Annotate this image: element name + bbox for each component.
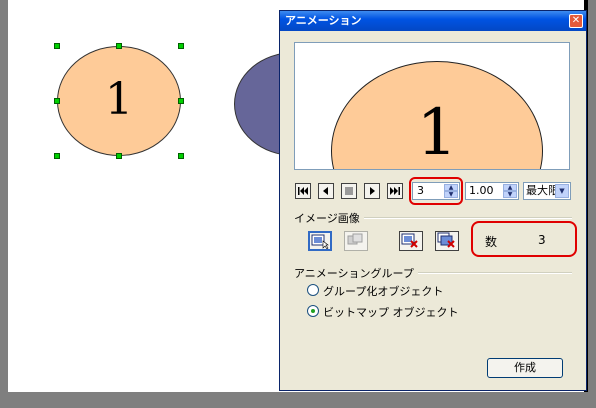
image-group-label: イメージ画像 xyxy=(294,210,364,226)
selection-handle[interactable] xyxy=(116,43,122,49)
step-back-button[interactable] xyxy=(318,183,334,199)
selection-handle[interactable] xyxy=(178,153,184,159)
add-image-button[interactable] xyxy=(308,231,332,251)
close-button[interactable]: ✕ xyxy=(569,14,583,28)
add-frame-icon xyxy=(311,234,329,250)
image-count-label: 数 xyxy=(485,235,498,249)
preview-text: 1 xyxy=(416,96,458,170)
selection-handle[interactable] xyxy=(116,153,122,159)
selection-handle[interactable] xyxy=(178,43,184,49)
create-button[interactable]: 作成 xyxy=(487,358,563,378)
copy-frame-icon xyxy=(347,233,363,245)
delete-all-frames-icon xyxy=(437,232,455,248)
play-icon xyxy=(370,187,375,195)
chevron-down-icon[interactable]: ▼ xyxy=(555,184,569,198)
skip-to-last-button[interactable] xyxy=(387,183,403,199)
radio-group-object[interactable] xyxy=(307,284,319,296)
selection-handle[interactable] xyxy=(54,98,60,104)
selection-handle[interactable] xyxy=(178,98,184,104)
image-count-value: 3 xyxy=(538,233,546,247)
radio-selected-dot xyxy=(311,309,315,313)
dialog-titlebar[interactable]: アニメーション ✕ xyxy=(280,11,586,31)
spin-up-icon[interactable]: ▲ xyxy=(503,184,517,191)
ellipse-1-text: 1 xyxy=(105,74,133,125)
animation-dialog: アニメーション ✕ 1 3 ▲ ▼ 1.00 ▲ ▼ 最大限 ▼ イメージ画像 xyxy=(279,10,587,391)
dialog-title: アニメーション xyxy=(285,14,362,27)
spin-down-icon[interactable]: ▼ xyxy=(503,191,517,198)
step-back-icon xyxy=(323,187,328,195)
speed-value: 1.00 xyxy=(469,184,494,197)
radio-bitmap-object[interactable] xyxy=(307,305,319,317)
skip-to-first-button[interactable] xyxy=(295,183,311,199)
animation-preview: 1 xyxy=(294,42,570,170)
skip-to-first-icon xyxy=(298,187,308,195)
stop-icon xyxy=(345,187,353,195)
size-select[interactable]: 最大限 ▼ xyxy=(523,182,571,200)
radio-group-object-label[interactable]: グループ化オブジェクト xyxy=(323,283,443,299)
play-button[interactable] xyxy=(364,183,380,199)
delete-frame-icon xyxy=(401,233,418,248)
copy-image-button[interactable] xyxy=(344,231,368,251)
speed-input[interactable]: 1.00 ▲ ▼ xyxy=(465,182,519,200)
delete-image-button[interactable] xyxy=(399,231,423,251)
radio-bitmap-object-label[interactable]: ビットマップ オブジェクト xyxy=(323,304,459,320)
selection-handle[interactable] xyxy=(54,153,60,159)
stop-button[interactable] xyxy=(341,183,357,199)
selection-handle[interactable] xyxy=(54,43,60,49)
animation-group-label: アニメーショングループ xyxy=(294,265,418,281)
skip-to-last-icon xyxy=(390,187,400,195)
delete-all-images-button[interactable] xyxy=(435,231,459,251)
frame-highlight-annotation xyxy=(409,177,463,205)
